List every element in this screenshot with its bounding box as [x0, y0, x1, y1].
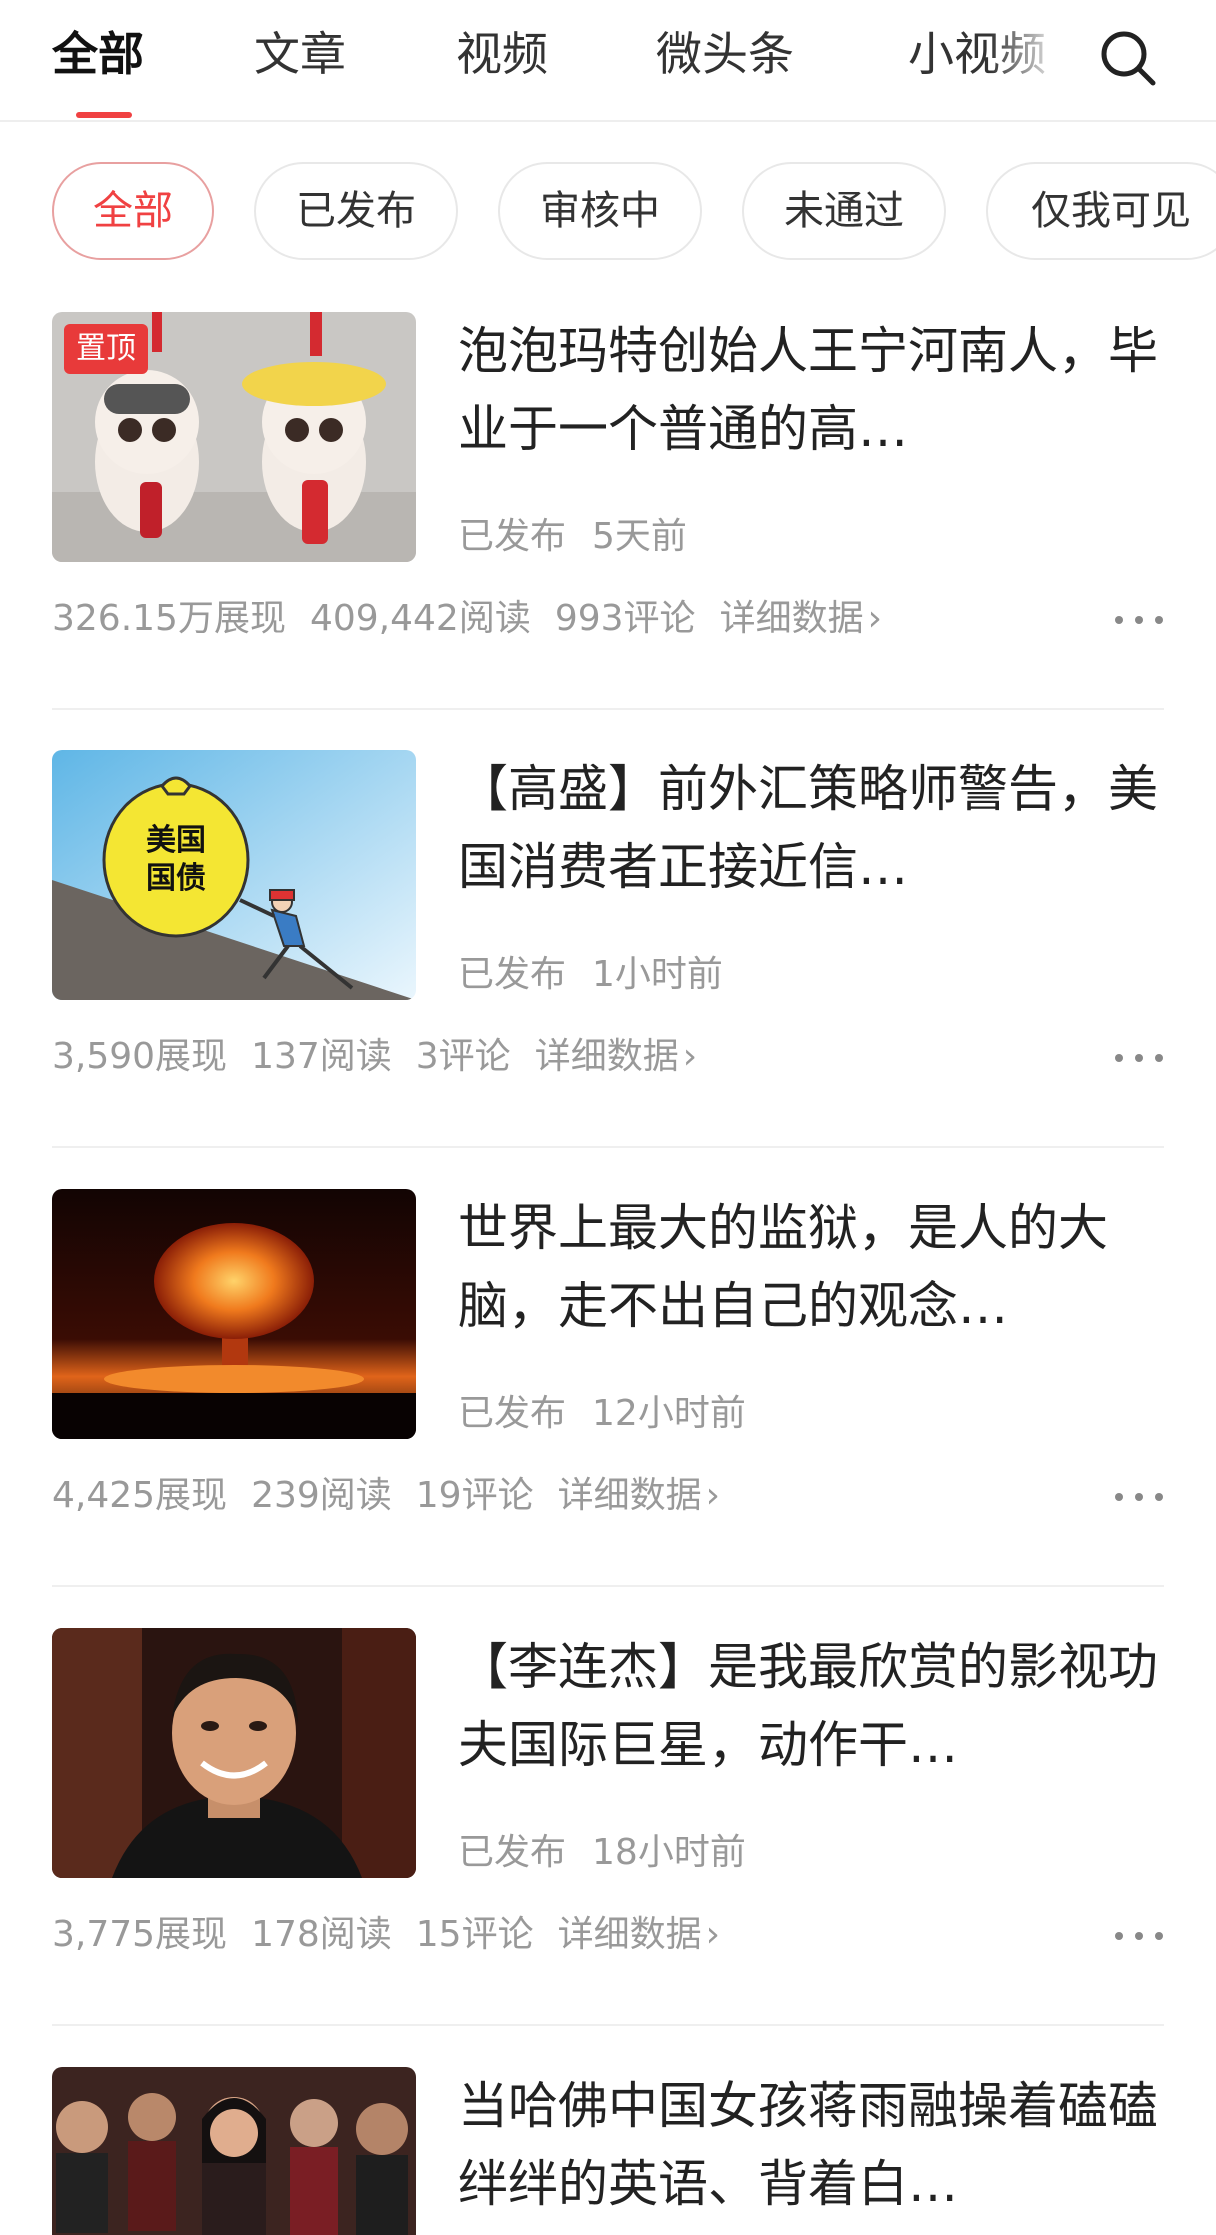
- portrait-image: [52, 1628, 416, 1878]
- status-label: 已发布: [458, 954, 567, 995]
- tab-micro-posts[interactable]: 微头条: [656, 24, 794, 84]
- status-label: 已发布: [458, 1393, 567, 1434]
- article-stats: 4,425展现 239阅读 19评论 详细数据 ›: [52, 1471, 744, 1521]
- more-options-icon[interactable]: [1110, 1477, 1168, 1517]
- impressions-count: 326.15万展现: [52, 598, 286, 639]
- publish-status: 已发布 18小时前: [458, 1828, 746, 1878]
- reads-count: 137阅读: [251, 1036, 392, 1077]
- comments-count: 15评论: [415, 1914, 534, 1955]
- publish-status: 已发布 12小时前: [458, 1389, 746, 1439]
- status-label: 已发布: [458, 1832, 567, 1873]
- detail-data-link[interactable]: 详细数据 ›: [558, 1914, 720, 1955]
- filter-private[interactable]: 仅我可见: [986, 162, 1216, 260]
- impressions-count: 3,590展现: [52, 1036, 228, 1077]
- audience-image: [52, 2067, 416, 2235]
- list-item[interactable]: 当哈佛中国女孩蒋雨融操着磕磕绊绊的英语、背着白…: [0, 2067, 1216, 2235]
- article-stats: 326.15万展现 409,442阅读 993评论 详细数据 ›: [52, 594, 906, 644]
- tab-videos[interactable]: 视频: [456, 24, 548, 84]
- thumbnail[interactable]: 置顶: [52, 312, 416, 562]
- comments-count: 3评论: [415, 1036, 511, 1077]
- comments-count: 19评论: [415, 1475, 534, 1516]
- article-title[interactable]: 当哈佛中国女孩蒋雨融操着磕磕绊绊的英语、背着白…: [458, 2067, 1174, 2223]
- article-title[interactable]: 世界上最大的监狱，是人的大脑，走不出自己的观念…: [458, 1189, 1174, 1345]
- divider: [52, 2024, 1164, 2026]
- more-options-icon[interactable]: [1110, 1916, 1168, 1956]
- publish-time: 1小时前: [592, 954, 723, 995]
- status-label: 已发布: [458, 516, 567, 557]
- detail-data-link[interactable]: 详细数据 ›: [720, 598, 882, 639]
- explosion-image: [52, 1189, 416, 1439]
- reads-count: 178阅读: [251, 1914, 392, 1955]
- article-stats: 3,590展现 137阅读 3评论 详细数据 ›: [52, 1032, 721, 1082]
- filter-reviewing[interactable]: 审核中: [498, 162, 702, 260]
- thumbnail[interactable]: [52, 1628, 416, 1878]
- article-manager-page: 全部 文章 视频 微头条 小视频 全部 已发布 审核中 未通过 仅我可见 置顶 …: [0, 0, 1216, 2235]
- detail-data-link[interactable]: 详细数据 ›: [535, 1036, 697, 1077]
- article-title[interactable]: 【李连杰】是我最欣赏的影视功夫国际巨星，动作干…: [458, 1628, 1174, 1784]
- article-title[interactable]: 泡泡玛特创始人王宁河南人，毕业于一个普通的高…: [458, 312, 1174, 468]
- search-icon[interactable]: [1097, 27, 1159, 89]
- chevron-right-icon: ›: [705, 1914, 721, 1955]
- tab-overflow-fade: [990, 10, 1080, 110]
- content-type-tabbar: 全部 文章 视频 微头条 小视频: [0, 0, 1216, 122]
- reads-count: 409,442阅读: [309, 598, 531, 639]
- tab-articles[interactable]: 文章: [254, 24, 346, 84]
- chevron-right-icon: ›: [705, 1475, 721, 1516]
- publish-time: 5天前: [592, 516, 687, 557]
- detail-data-link[interactable]: 详细数据 ›: [558, 1475, 720, 1516]
- publish-status: 已发布 5天前: [458, 512, 687, 562]
- reads-count: 239阅读: [251, 1475, 392, 1516]
- list-item[interactable]: 美国 国债 【高盛】前外汇策略师警告，美国消费者正接近信… 已发布 1小时前 3,…: [0, 750, 1216, 1188]
- publish-time: 18小时前: [592, 1832, 746, 1873]
- filter-all[interactable]: 全部: [52, 162, 214, 260]
- filter-rejected[interactable]: 未通过: [742, 162, 946, 260]
- thumbnail[interactable]: [52, 2067, 416, 2235]
- list-item[interactable]: 【李连杰】是我最欣赏的影视功夫国际巨星，动作干… 已发布 18小时前 3,775展…: [0, 1628, 1216, 2066]
- thumbnail[interactable]: [52, 1189, 416, 1439]
- more-options-icon[interactable]: [1110, 1038, 1168, 1078]
- tab-all[interactable]: 全部: [52, 24, 144, 84]
- impressions-count: 4,425展现: [52, 1475, 228, 1516]
- bag-text-line-2: 国债: [146, 861, 206, 896]
- list-item[interactable]: 世界上最大的监狱，是人的大脑，走不出自己的观念… 已发布 12小时前 4,425展…: [0, 1189, 1216, 1627]
- article-stats: 3,775展现 178阅读 15评论 详细数据 ›: [52, 1910, 744, 1960]
- bag-text-line-1: 美国: [146, 823, 206, 858]
- impressions-count: 3,775展现: [52, 1914, 228, 1955]
- list-item[interactable]: 置顶 泡泡玛特创始人王宁河南人，毕业于一个普通的高… 已发布 5天前 326.15…: [0, 312, 1216, 750]
- filter-published[interactable]: 已发布: [254, 162, 458, 260]
- divider: [52, 708, 1164, 710]
- publish-time: 12小时前: [592, 1393, 746, 1434]
- cartoon-debt-bag-image: 美国 国债: [52, 750, 416, 1000]
- comments-count: 993评论: [554, 598, 696, 639]
- more-options-icon[interactable]: [1110, 600, 1168, 640]
- detail-data-label: 详细数据: [534, 1036, 679, 1077]
- divider: [52, 1585, 1164, 1587]
- detail-data-label: 详细数据: [719, 598, 864, 639]
- chevron-right-icon: ›: [867, 598, 882, 639]
- active-tab-indicator: [76, 112, 132, 118]
- detail-data-label: 详细数据: [557, 1914, 702, 1955]
- chevron-right-icon: ›: [682, 1036, 698, 1077]
- pinned-badge: 置顶: [64, 324, 148, 374]
- thumbnail[interactable]: 美国 国债: [52, 750, 416, 1000]
- divider: [52, 1146, 1164, 1148]
- publish-status: 已发布 1小时前: [458, 950, 723, 1000]
- article-title[interactable]: 【高盛】前外汇策略师警告，美国消费者正接近信…: [458, 750, 1174, 906]
- detail-data-label: 详细数据: [557, 1475, 702, 1516]
